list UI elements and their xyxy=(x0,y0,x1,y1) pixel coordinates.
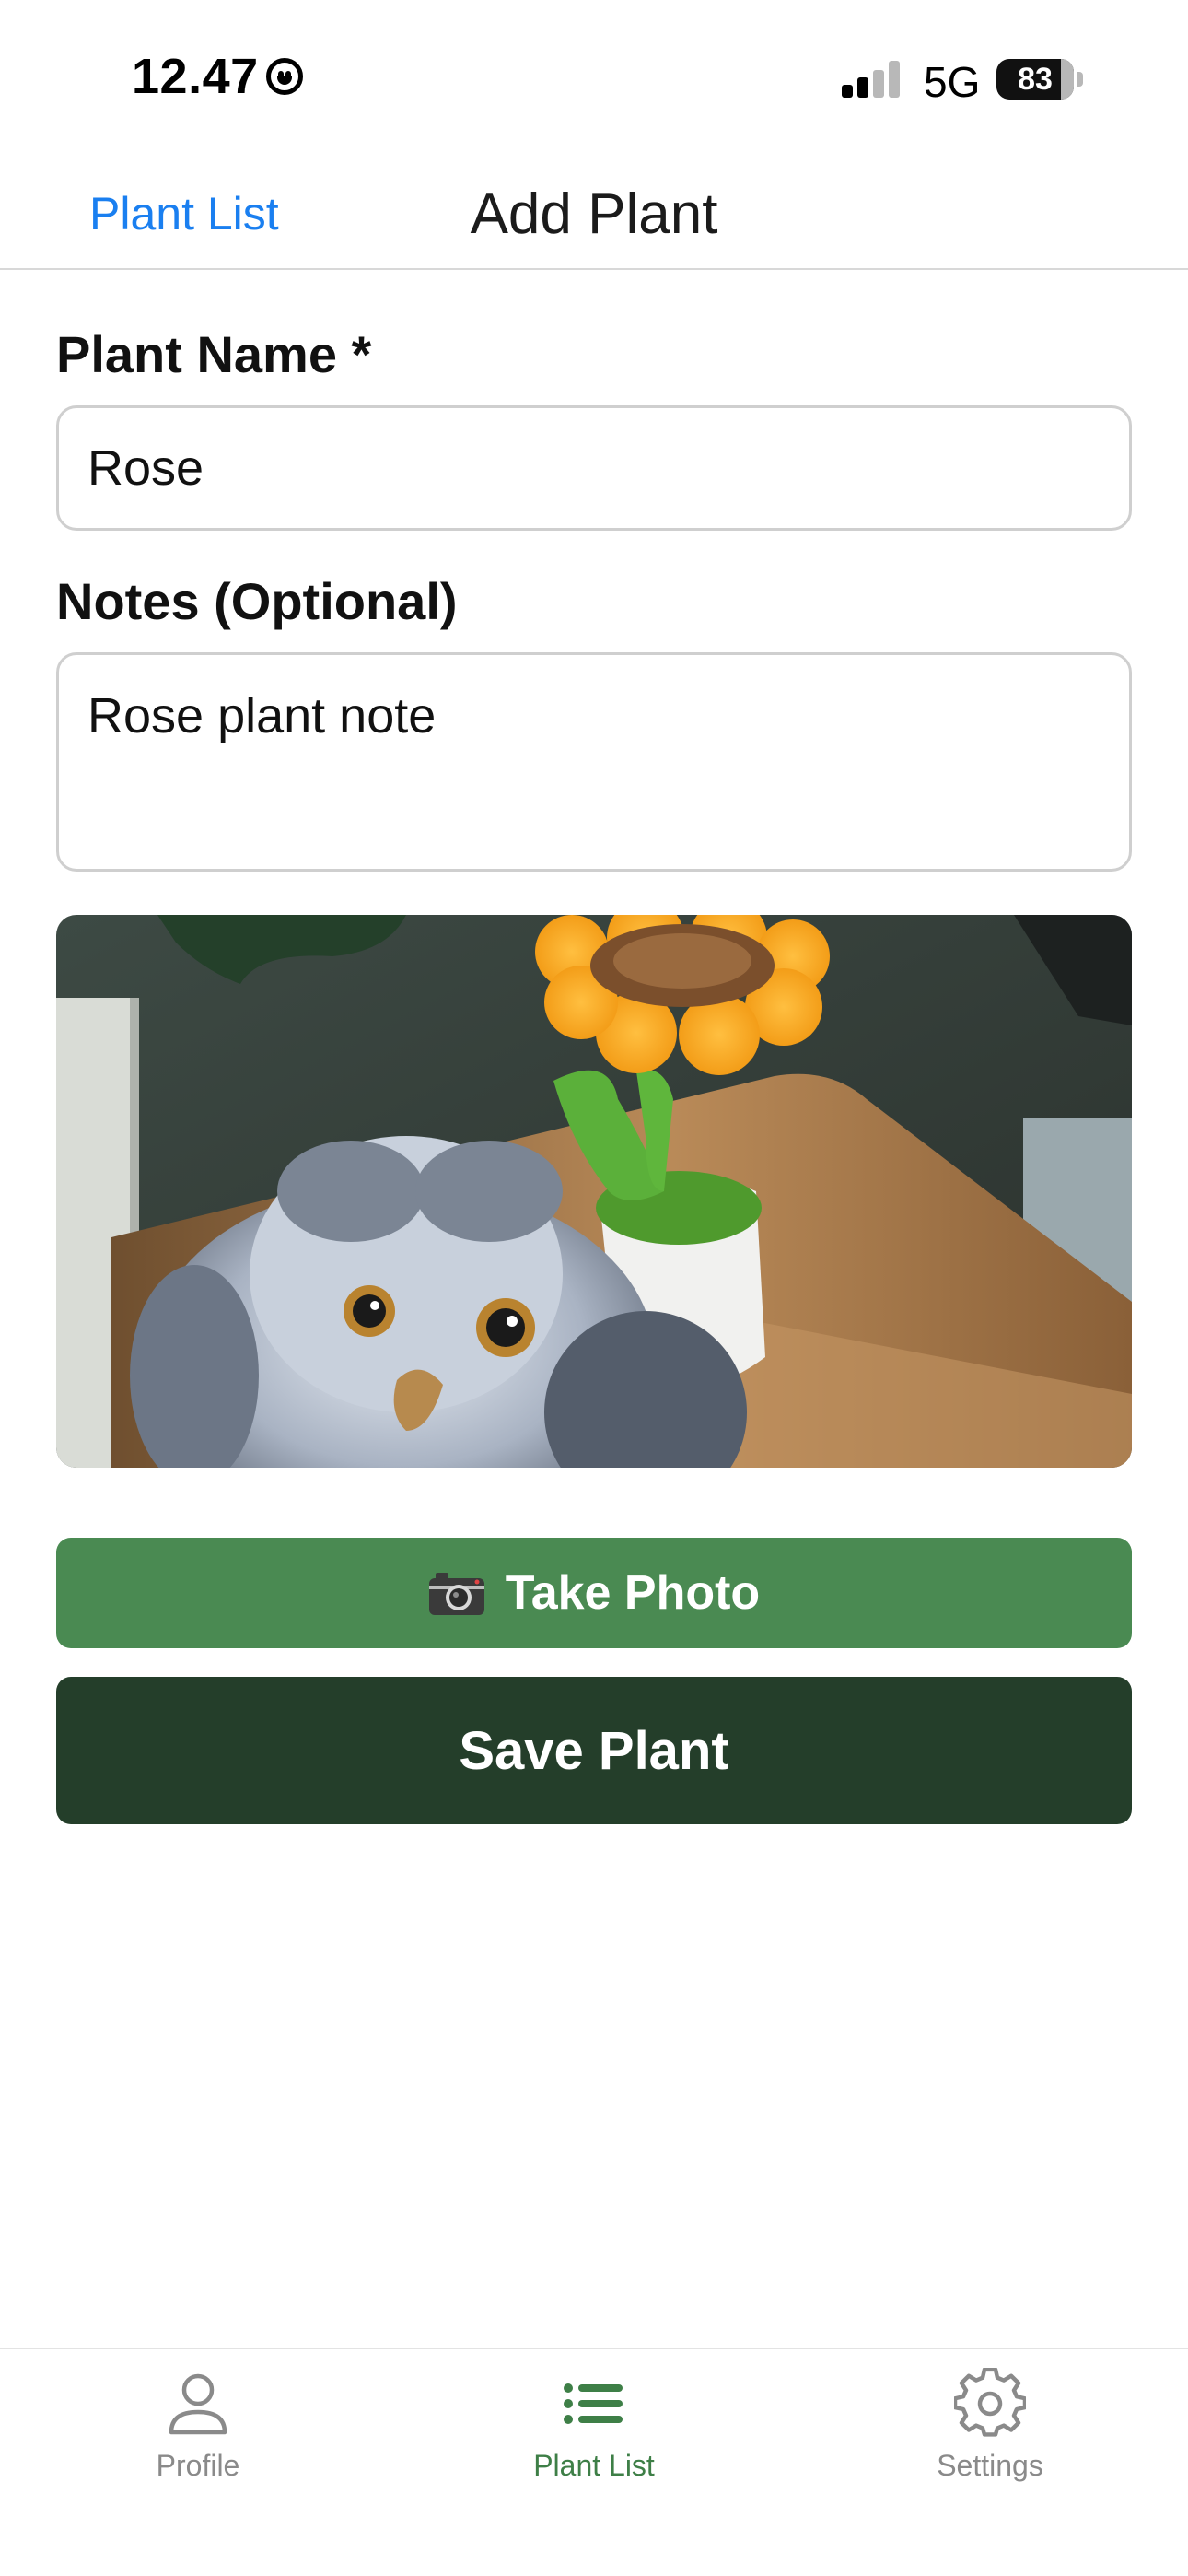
take-photo-label: Take Photo xyxy=(505,1566,761,1620)
plant-name-label: Plant Name * xyxy=(56,325,372,383)
network-type: 5G xyxy=(924,58,981,106)
list-icon xyxy=(564,2383,623,2424)
smiley-icon xyxy=(265,58,303,95)
status-time-text: 12.47 xyxy=(132,49,259,104)
gear-icon xyxy=(954,2368,1026,2437)
tab-plant-list[interactable]: Plant List xyxy=(456,2368,732,2483)
notes-textarea[interactable]: Rose plant note xyxy=(56,652,1132,872)
battery-icon: 83 xyxy=(996,59,1074,100)
plant-name-input[interactable] xyxy=(56,405,1132,531)
page-title: Add Plant xyxy=(470,182,718,246)
nav-header: Plant List Add Plant xyxy=(0,161,1188,270)
status-bar: 12.47 5G 83 xyxy=(0,0,1188,161)
take-photo-button[interactable]: Take Photo xyxy=(56,1538,1132,1648)
battery-cap xyxy=(1077,72,1083,87)
cellular-signal-icon xyxy=(842,61,900,98)
tab-bar: Profile Plant List Settings xyxy=(0,2348,1188,2576)
tab-plant-list-label: Plant List xyxy=(533,2449,655,2482)
notes-label: Notes (Optional) xyxy=(56,572,458,630)
tab-profile-label: Profile xyxy=(156,2449,240,2482)
tab-settings[interactable]: Settings xyxy=(852,2368,1128,2483)
tab-settings-label: Settings xyxy=(937,2449,1043,2482)
plant-photo xyxy=(56,915,1132,1468)
person-icon xyxy=(169,2373,227,2435)
save-plant-button[interactable]: Save Plant xyxy=(56,1677,1132,1824)
save-plant-label: Save Plant xyxy=(459,1720,729,1781)
tab-profile[interactable]: Profile xyxy=(60,2368,336,2483)
status-time: 12.47 xyxy=(132,48,303,105)
camera-icon xyxy=(428,1573,484,1615)
battery-level: 83 xyxy=(1018,61,1053,97)
